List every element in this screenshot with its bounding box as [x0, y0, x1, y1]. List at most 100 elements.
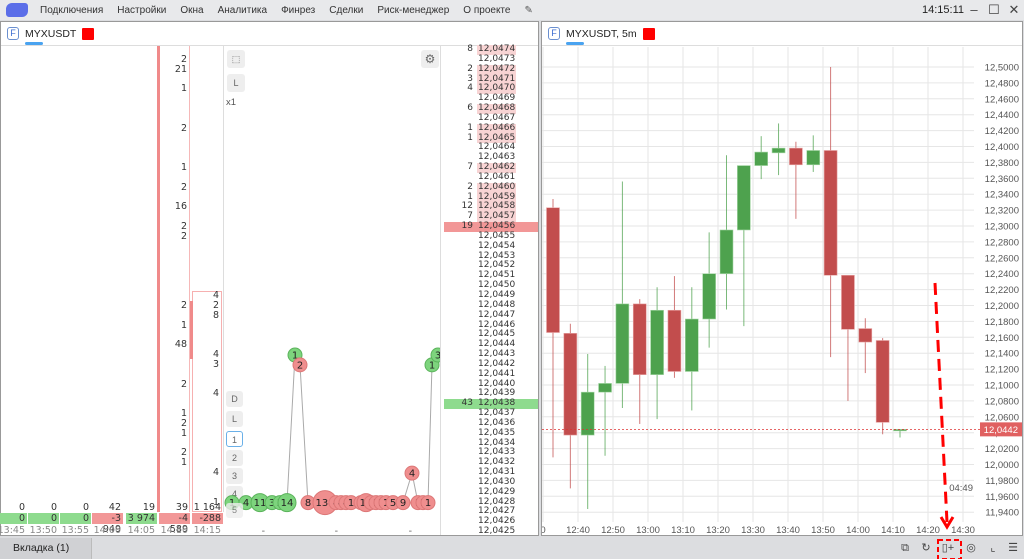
tape-dash: - — [408, 526, 412, 537]
ladder-row[interactable]: 12,0425 — [444, 526, 538, 537]
cluster-volume: 8 — [212, 309, 219, 321]
column-delta: -3 949 — [92, 513, 123, 535]
candle-body — [789, 147, 803, 166]
column-delta: 0 — [60, 513, 91, 524]
bearish-candle — [841, 274, 855, 401]
workspace-tab[interactable]: Вкладка (1) — [0, 538, 92, 559]
cluster-volume: 3 — [212, 358, 219, 370]
cluster-volume: 2 — [180, 122, 187, 134]
y-tick-label: 12,4000 — [985, 142, 1019, 153]
candle-body — [667, 309, 682, 372]
y-tick-label: 12,2600 — [985, 253, 1019, 264]
minimize-button[interactable]: – — [966, 2, 982, 17]
y-tick-label: 12,0600 — [985, 412, 1019, 423]
trade-bubble: 1 — [420, 495, 436, 511]
cluster-volume: 2 — [180, 299, 187, 311]
y-tick-label: 11,9800 — [985, 476, 1019, 487]
add-indicator-icon[interactable]: ▯+ — [940, 541, 956, 555]
cluster-volume: 1 — [180, 457, 187, 469]
link-color-icon[interactable] — [642, 27, 655, 40]
y-tick-label: 12,1000 — [985, 381, 1019, 392]
candlestick-chart[interactable]: 0 12:40 12:50 13:00 13:10 13:20 13:30 13:40 13:5… — [542, 47, 1022, 536]
clock: 14:15:11 — [921, 4, 964, 16]
bearish-candle — [789, 141, 803, 219]
tape-dash: - — [334, 526, 338, 537]
bearish-candle — [667, 276, 682, 378]
x-tick-label: 12:50 — [601, 525, 625, 536]
bullish-candle — [598, 365, 612, 456]
y-tick-label: 12,2200 — [985, 285, 1019, 296]
column-time: 14:05 — [127, 525, 155, 536]
x-tick-label: 13:40 — [776, 525, 800, 536]
tape-line — [232, 353, 439, 504]
trade-bubble: 2 — [292, 357, 308, 373]
bearish-candle — [858, 318, 873, 374]
x-tick-label: 14:00 — [846, 525, 870, 536]
column-delta: 0 — [28, 513, 59, 524]
column-time: 13:50 — [29, 525, 57, 536]
trade-size-label: 1 — [425, 498, 431, 509]
bullish-candle — [737, 165, 751, 327]
y-tick-label: 12,1400 — [985, 349, 1019, 360]
column-total-volume: 0 — [50, 502, 57, 513]
y-tick-label: 12,3000 — [985, 222, 1019, 233]
y-tick-label: 12,3400 — [985, 190, 1019, 201]
candle-countdown: 04:49 — [949, 483, 973, 494]
y-tick-label: 11,9600 — [985, 492, 1019, 503]
ladder-volume: 8 — [467, 44, 473, 54]
exchange-badge: F — [548, 27, 560, 40]
candle-body — [546, 207, 560, 333]
close-button[interactable]: ✕ — [1006, 2, 1022, 18]
replay-icon[interactable]: ↻ — [918, 541, 934, 555]
bullish-candle — [806, 135, 821, 172]
y-tick-label: 12,1600 — [985, 333, 1019, 344]
y-tick-label: 12,1800 — [985, 317, 1019, 328]
status-bar — [0, 537, 1024, 559]
y-tick-label: 12,2400 — [985, 269, 1019, 280]
screenshot-icon[interactable]: ⧉ — [897, 541, 913, 555]
x-tick-label: 13:50 — [811, 525, 835, 536]
column-delta: 0 — [0, 513, 27, 524]
y-tick-label: 12,1200 — [985, 365, 1019, 376]
trade-size-label: 4 — [243, 498, 249, 509]
cluster-volume: 1 — [180, 427, 187, 439]
candle-body — [841, 274, 855, 330]
column-divider — [440, 46, 441, 535]
bullish-candle — [702, 232, 716, 348]
y-tick-label: 12,3800 — [985, 158, 1019, 169]
ladder-volume: 43 — [461, 398, 473, 409]
bullish-candle — [893, 429, 907, 438]
cluster-volume: 16 — [174, 201, 187, 213]
trade-size-label: 1 — [429, 360, 435, 371]
trade-size-label: 4 — [409, 469, 415, 480]
bearish-candle — [563, 323, 578, 489]
bullish-candle — [650, 287, 664, 420]
x-tick-label: 13:30 — [741, 525, 765, 536]
maximize-button[interactable]: ☐ — [986, 2, 1002, 18]
columns-icon[interactable]: ☰ — [1005, 541, 1021, 555]
chart-add-icon[interactable]: ⌞ — [985, 541, 1001, 555]
candle-body — [806, 150, 821, 166]
cluster-volume: 1 — [180, 83, 187, 95]
cluster-volume: 1 — [180, 162, 187, 174]
chart-title[interactable]: MYXUSDT, 5m — [566, 28, 637, 45]
column-time: 13:45 — [0, 525, 25, 536]
trade-bubble: 14 — [277, 493, 297, 513]
candle-body — [615, 303, 630, 384]
cluster-footer: 00042 80519 18439 2951 164000-3 9493 974… — [0, 502, 223, 536]
y-tick-label: 12,4600 — [985, 94, 1019, 105]
candle-body — [685, 318, 699, 372]
column-total-volume: 1 164 — [193, 502, 221, 513]
column-delta: -4 589 — [159, 513, 190, 535]
trade-size-label: 3 — [435, 351, 440, 362]
candle-body — [580, 391, 595, 436]
cluster-content: ⬚ L x1 ⚙ D L 1 2 3 4 1411331412813444412… — [0, 0, 539, 537]
radar-icon[interactable]: ◎ — [963, 541, 979, 555]
level-5-button[interactable]: 5 — [226, 503, 243, 518]
candle-body — [754, 151, 768, 166]
cluster-volume: 4 — [212, 388, 219, 400]
column-total-volume: 0 — [82, 502, 89, 513]
x-tick-label: 13:00 — [636, 525, 660, 536]
trade-size-label: 11 — [254, 498, 267, 509]
x-tick-label: 13:10 — [671, 525, 695, 536]
